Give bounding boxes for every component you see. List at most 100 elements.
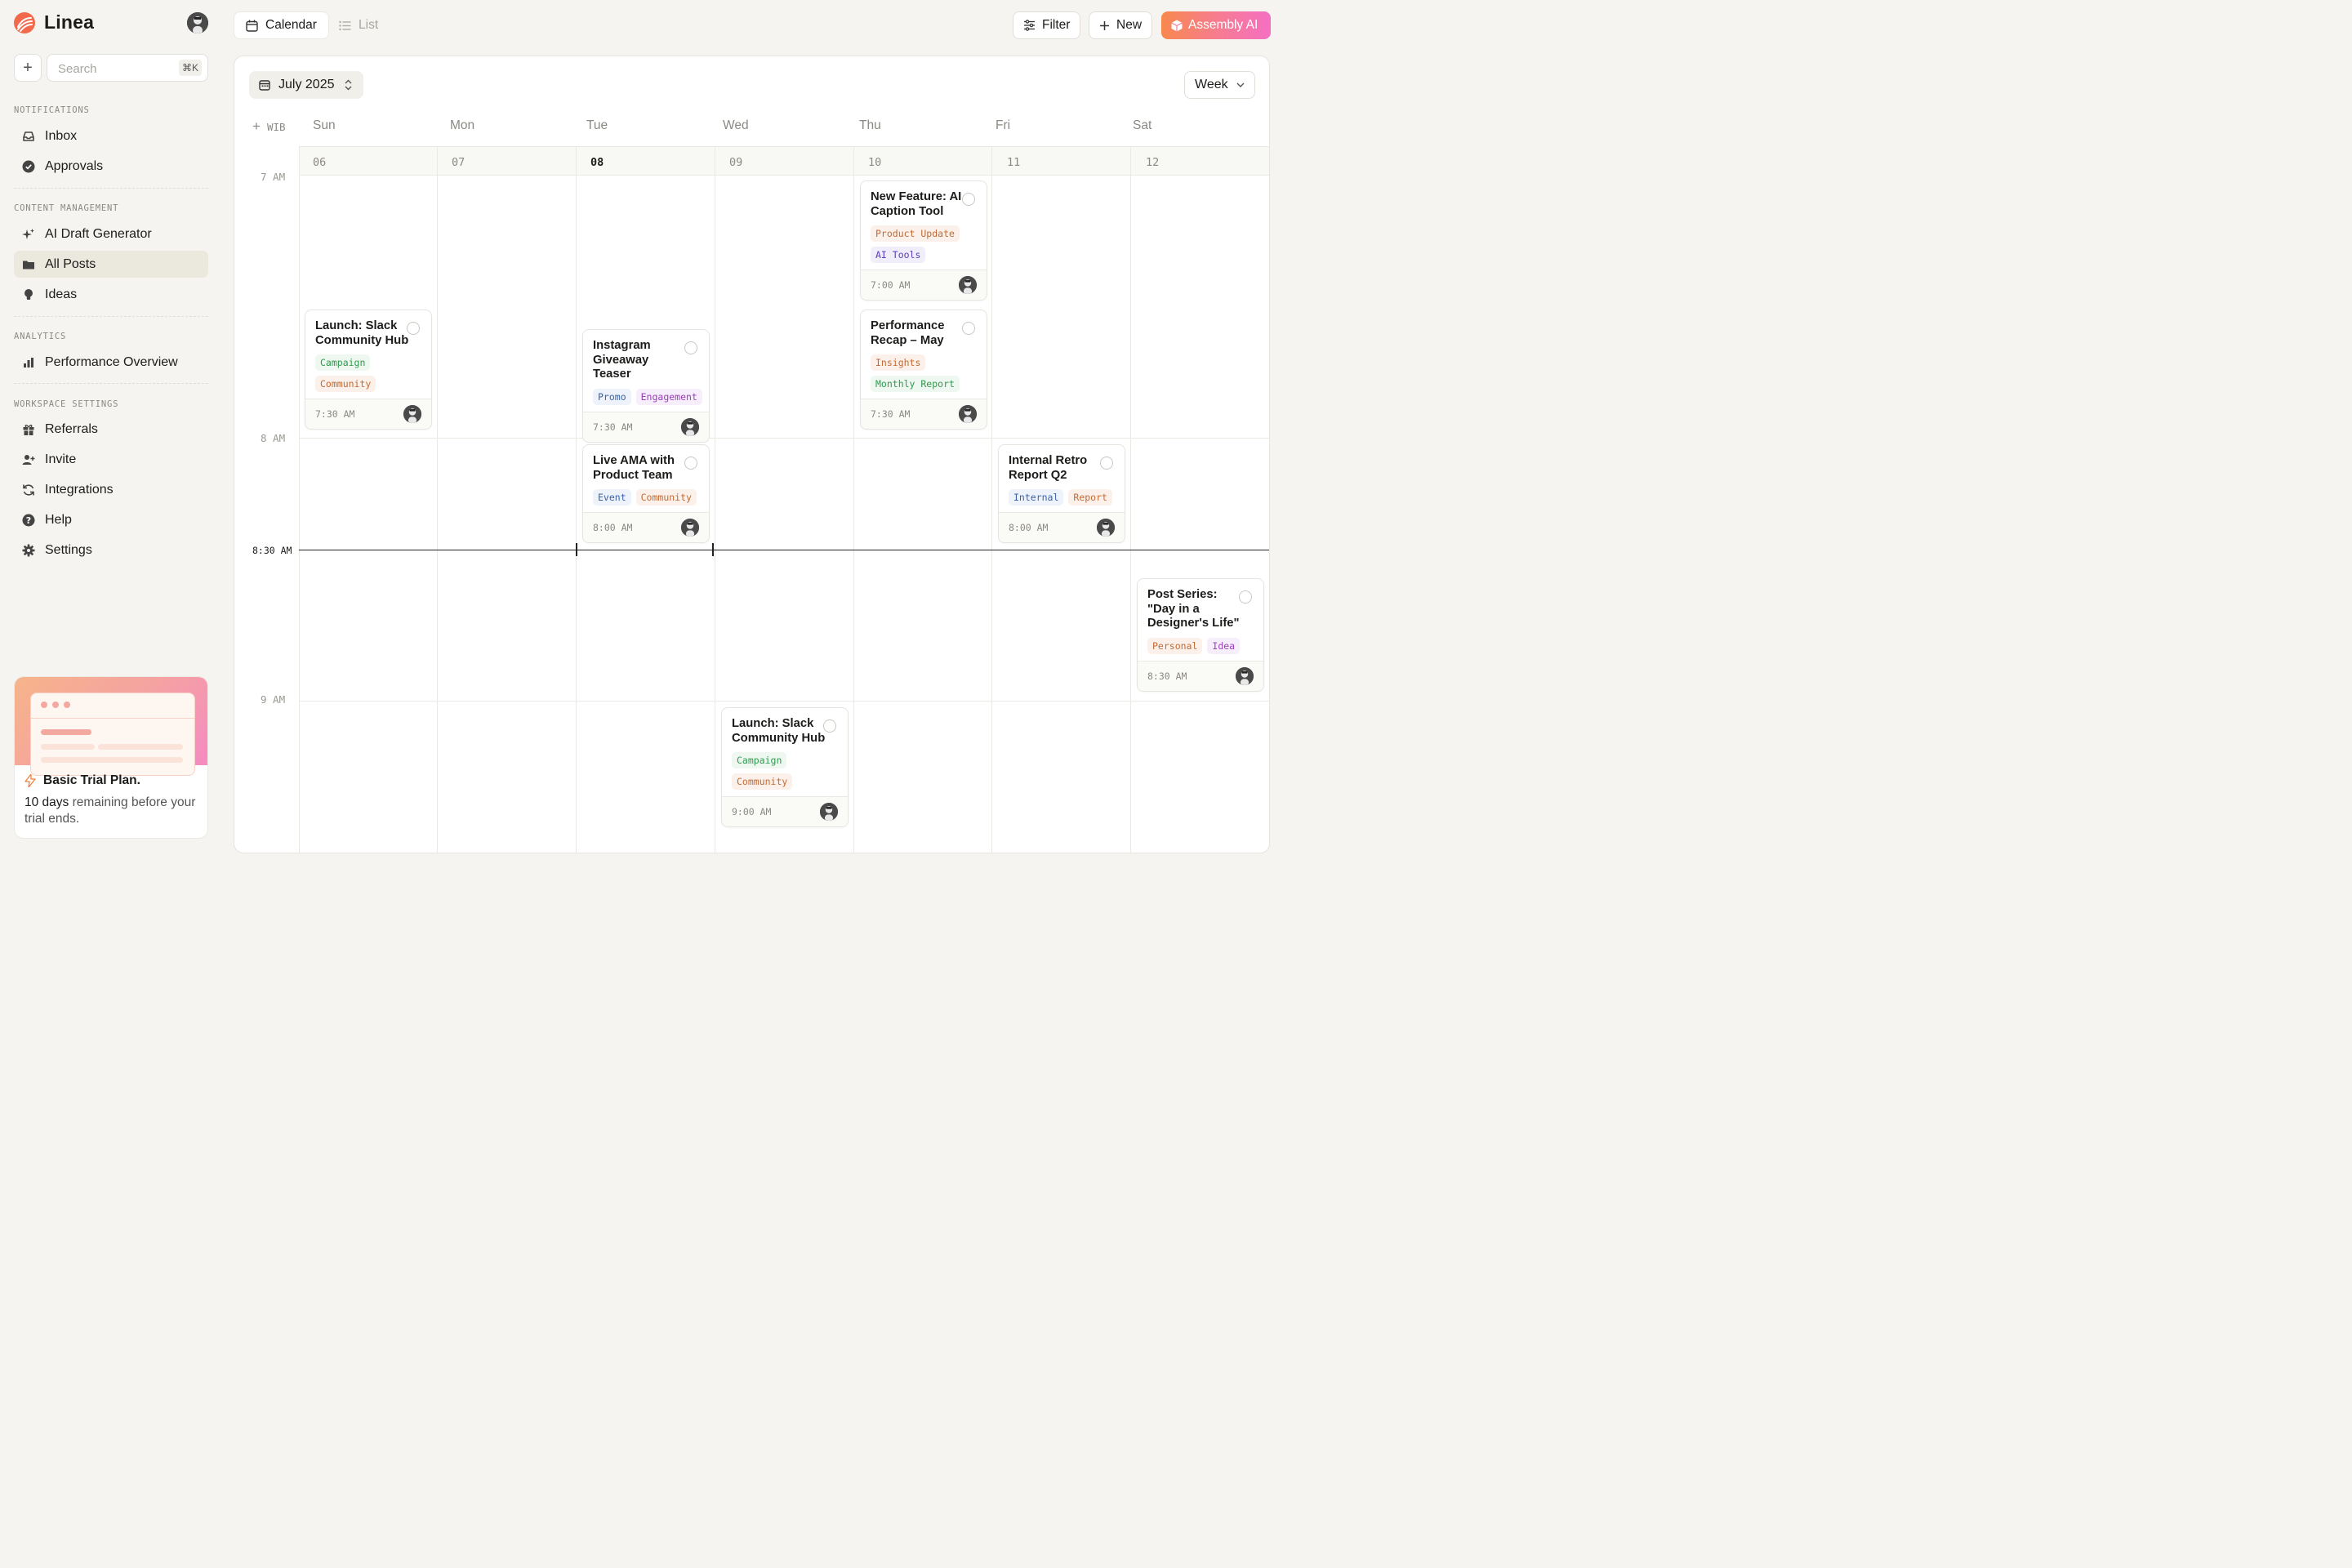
- view-selector[interactable]: Week: [1184, 71, 1255, 99]
- event-card[interactable]: New Feature: AI Caption Tool Product Upd…: [860, 180, 987, 301]
- date-cell[interactable]: 09: [729, 156, 742, 169]
- event-time: 8:00 AM: [593, 522, 633, 533]
- event-time: 7:30 AM: [593, 421, 633, 433]
- event-card[interactable]: Launch: Slack Community Hub Campaign Com…: [305, 310, 432, 430]
- new-label: New: [1116, 18, 1143, 32]
- complete-checkbox[interactable]: [684, 457, 697, 470]
- check-circle-icon: [22, 160, 35, 173]
- tag: Product Update: [871, 225, 960, 242]
- filter-button[interactable]: Filter: [1013, 11, 1081, 39]
- date-cell[interactable]: 07: [452, 156, 465, 169]
- tag: Campaign: [315, 354, 371, 371]
- tag: Personal: [1147, 637, 1203, 654]
- sidebar-item-ai-draft-generator[interactable]: AI Draft Generator: [14, 220, 208, 247]
- tag: AI Tools: [871, 247, 926, 263]
- tag: Campaign: [732, 752, 787, 768]
- timezone-label: WIB: [266, 120, 286, 133]
- date-cell[interactable]: 12: [1146, 156, 1159, 169]
- plus-icon: +: [252, 118, 261, 134]
- section-label-workspace: WORKSPACE SETTINGS: [14, 399, 119, 409]
- sidebar-item-settings[interactable]: Settings: [14, 537, 208, 564]
- assembly-ai-button[interactable]: Assembly AI: [1161, 11, 1271, 39]
- tab-label: List: [359, 18, 379, 32]
- sidebar-item-approvals[interactable]: Approvals: [14, 153, 208, 180]
- event-title: Post Series: "Day in a Designer's Life": [1147, 588, 1240, 630]
- sidebar-item-all-posts[interactable]: All Posts: [14, 251, 208, 278]
- event-card[interactable]: Post Series: "Day in a Designer's Life" …: [1137, 578, 1264, 692]
- sidebar-item-help[interactable]: ? Help: [14, 506, 208, 533]
- view-label: Week: [1195, 78, 1228, 91]
- event-title: Performance Recap – May: [871, 319, 945, 347]
- sidebar-item-inbox[interactable]: Inbox: [14, 122, 208, 149]
- day-header-sat: Sat: [1133, 118, 1152, 132]
- list-icon: [339, 20, 351, 31]
- complete-checkbox[interactable]: [962, 193, 975, 206]
- tag: Community: [635, 489, 697, 506]
- user-avatar[interactable]: [187, 12, 208, 33]
- event-card[interactable]: Launch: Slack Community Hub Campaign Com…: [721, 707, 849, 827]
- cube-icon: [1171, 20, 1183, 32]
- sidebar-item-label: Invite: [45, 452, 77, 466]
- tab-calendar[interactable]: Calendar: [234, 11, 329, 39]
- date-cell[interactable]: 10: [868, 156, 881, 169]
- event-title: New Feature: AI Caption Tool: [871, 190, 962, 218]
- month-selector[interactable]: July 2025: [249, 71, 363, 99]
- complete-checkbox[interactable]: [962, 322, 975, 335]
- complete-checkbox[interactable]: [407, 322, 420, 335]
- assignee-avatar[interactable]: [681, 417, 699, 436]
- sidebar-item-integrations[interactable]: Integrations: [14, 476, 208, 503]
- event-card[interactable]: Live AMA with Product Team Event Communi…: [582, 444, 710, 543]
- assignee-avatar[interactable]: [820, 803, 838, 821]
- linea-logo-icon: [13, 11, 36, 34]
- section-label-analytics: ANALYTICS: [14, 332, 67, 341]
- tab-list[interactable]: List: [327, 11, 390, 39]
- grid-line: [299, 146, 300, 853]
- assignee-avatar[interactable]: [1236, 666, 1254, 685]
- search-shortcut: ⌘K: [178, 60, 202, 76]
- hour-line: [299, 701, 1269, 702]
- complete-checkbox[interactable]: [823, 719, 836, 733]
- complete-checkbox[interactable]: [1100, 457, 1113, 470]
- complete-checkbox[interactable]: [684, 341, 697, 354]
- inbox-icon: [22, 130, 35, 143]
- trial-card[interactable]: Basic Trial Plan. 10 days remaining befo…: [14, 676, 208, 839]
- divider: [14, 188, 208, 189]
- lightbulb-icon: [22, 288, 35, 301]
- sidebar-item-referrals[interactable]: Referrals: [14, 416, 208, 443]
- sidebar-item-ideas[interactable]: Ideas: [14, 281, 208, 308]
- assignee-avatar[interactable]: [959, 276, 977, 294]
- hour-label: 7 AM: [261, 171, 286, 183]
- tag: Community: [732, 773, 793, 790]
- hour-line: [299, 438, 1269, 439]
- hour-label: 9 AM: [261, 693, 286, 706]
- grid-line: [576, 146, 577, 853]
- assignee-avatar[interactable]: [681, 519, 699, 537]
- day-header-wed: Wed: [723, 118, 749, 132]
- sidebar-item-label: Ideas: [45, 287, 78, 301]
- assignee-avatar[interactable]: [959, 405, 977, 423]
- search-box[interactable]: ⌘K: [47, 54, 208, 82]
- section-label-content: CONTENT MANAGEMENT: [14, 203, 119, 213]
- timezone-toggle[interactable]: + WIB: [252, 118, 286, 135]
- date-cell-today[interactable]: 08: [590, 156, 604, 169]
- event-card[interactable]: Internal Retro Report Q2 Internal Report…: [998, 444, 1125, 543]
- complete-checkbox[interactable]: [1239, 590, 1252, 604]
- current-time-label: 8:30 AM: [252, 545, 292, 556]
- chevron-down-icon: [1236, 82, 1245, 87]
- sidebar-item-invite[interactable]: Invite: [14, 446, 208, 473]
- assignee-avatar[interactable]: [1097, 519, 1115, 537]
- date-cell[interactable]: 06: [313, 156, 326, 169]
- sidebar-item-label: Approvals: [45, 158, 104, 173]
- sidebar-item-performance-overview[interactable]: Performance Overview: [14, 349, 208, 376]
- create-button[interactable]: +: [14, 54, 42, 82]
- event-card[interactable]: Performance Recap – May Insights Monthly…: [860, 310, 987, 430]
- new-button[interactable]: New: [1089, 11, 1153, 39]
- date-cell[interactable]: 11: [1007, 156, 1020, 169]
- search-input[interactable]: [56, 61, 174, 77]
- tag: Report: [1068, 489, 1112, 506]
- event-card[interactable]: Instagram Giveaway Teaser Promo Engageme…: [582, 329, 710, 443]
- assembly-label: Assembly AI: [1188, 18, 1258, 32]
- day-header-tue: Tue: [586, 118, 608, 132]
- assignee-avatar[interactable]: [403, 405, 421, 423]
- folder-icon: [22, 258, 35, 271]
